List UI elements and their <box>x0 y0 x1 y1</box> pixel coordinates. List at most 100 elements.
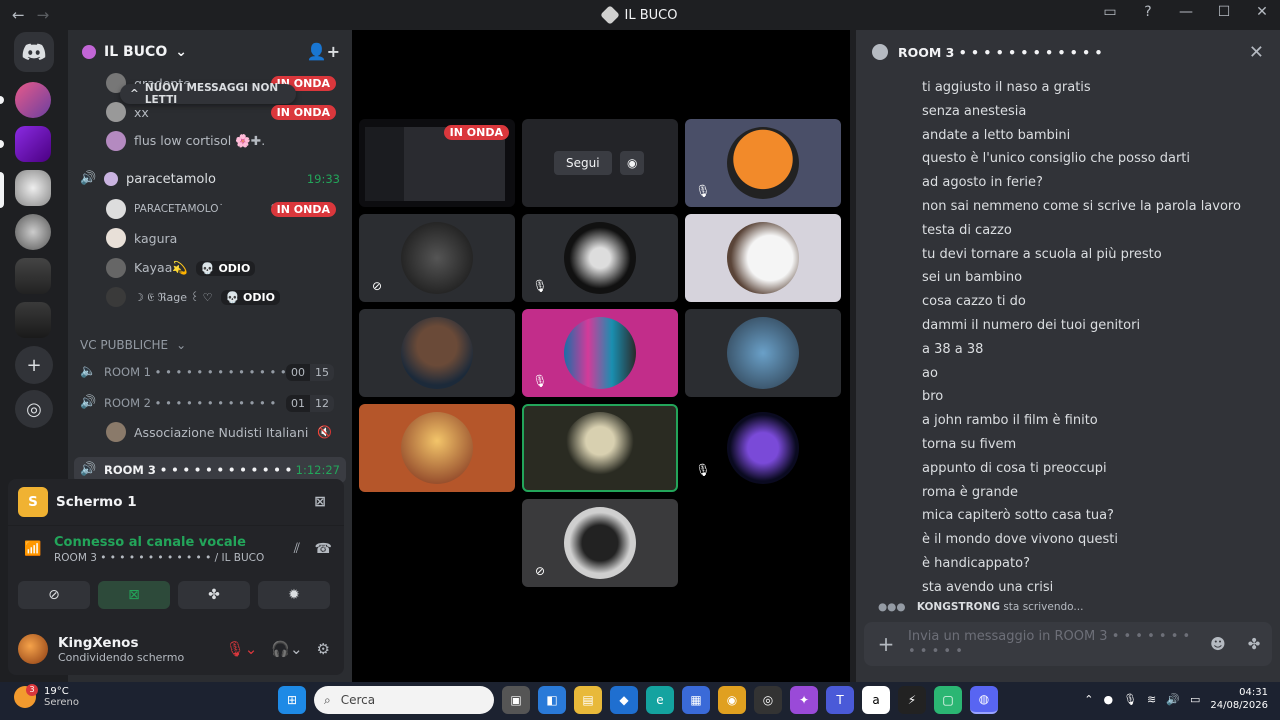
server-logo-icon <box>599 5 620 25</box>
avatar <box>727 222 799 294</box>
stop-share-icon[interactable]: ⊠ <box>314 494 326 510</box>
participant-tile[interactable]: 🎙 <box>685 119 841 207</box>
server-icon-1[interactable] <box>15 82 51 118</box>
tray-app-icon[interactable]: ● <box>1103 693 1113 706</box>
noise-suppression-icon[interactable]: ⫽ <box>294 541 300 557</box>
divider <box>8 525 344 526</box>
teams-icon[interactable]: T <box>826 686 854 714</box>
task-view-icon[interactable]: ▣ <box>502 686 530 714</box>
server-header[interactable]: IL BUCO ⌄ 👤+ <box>68 30 352 74</box>
participant-tile[interactable]: ⊘ <box>522 499 678 587</box>
window-title: IL BUCO <box>624 7 678 23</box>
weather-widget[interactable]: 3 19°C Sereno <box>14 684 79 708</box>
disconnect-icon[interactable]: ☎ <box>315 541 332 557</box>
voice-member[interactable]: Associazione Nudisti Italiani 🔇 <box>106 421 342 443</box>
avatar <box>106 228 126 248</box>
back-arrow-icon[interactable]: ← <box>12 6 25 24</box>
voice-member[interactable]: xx IN ONDA <box>106 101 342 123</box>
signal-icon[interactable]: 📶 <box>24 541 41 557</box>
voice-member[interactable]: ☽ 𝔈 ℜage ꒰ ♡ 💀 ODIO <box>106 286 342 308</box>
camera-off-button[interactable]: ⊘ <box>18 581 90 609</box>
participant-tile[interactable]: ⊘ <box>359 214 515 302</box>
voice-channel-room-1[interactable]: 🔈 ROOM 1 • • • • • • • • • • • • • • • 0… <box>80 359 344 385</box>
emoji-icon[interactable]: ☻ <box>1200 635 1236 653</box>
voice-channel-paracetamolo[interactable]: 🔊 paracetamolo 19:33 <box>80 166 344 192</box>
chrome-icon[interactable]: ◉ <box>718 686 746 714</box>
voice-member[interactable]: Kayaa💫 💀 ODIO <box>106 257 342 279</box>
copilot-icon[interactable]: ✦ <box>790 686 818 714</box>
taskbar-search[interactable]: ⌕ Cerca <box>314 686 494 714</box>
participant-tile[interactable] <box>685 214 841 302</box>
headphones-icon[interactable]: 🎧⌄ <box>271 640 302 658</box>
settings-gear-icon[interactable]: ⚙ <box>317 640 330 658</box>
message-input[interactable]: Invia un messaggio in ROOM 3 • • • • • •… <box>908 629 1200 659</box>
close-window-icon[interactable]: ✕ <box>1252 4 1272 20</box>
live-badge: IN ONDA <box>270 104 336 120</box>
store-icon[interactable]: ▦ <box>682 686 710 714</box>
edge-icon[interactable]: e <box>646 686 674 714</box>
username[interactable]: KingXenos <box>58 635 184 651</box>
voice-channel-room-2[interactable]: 🔊 ROOM 2 • • • • • • • • • • • • 01 12 <box>80 390 344 416</box>
watch-stream-icon[interactable]: ◉ <box>620 151 645 175</box>
voice-member[interactable]: flus low cortisol 🌸✚. <box>106 130 342 152</box>
category-vc-pubbliche[interactable]: VC PUBBLICHE ⌄ <box>80 332 344 358</box>
server-icon-2[interactable] <box>15 126 51 162</box>
stream-tile[interactable]: IN ONDA <box>359 119 515 207</box>
discord-home-button[interactable] <box>14 32 54 72</box>
widgets-icon[interactable]: ◧ <box>538 686 566 714</box>
voice-status-text[interactable]: Connesso al canale vocale <box>54 535 334 550</box>
chat-message: senza anestesia <box>922 103 1027 119</box>
participant-tile[interactable]: 🎙 <box>522 309 678 397</box>
dropbox-icon[interactable]: ◆ <box>610 686 638 714</box>
participant-tile-speaking[interactable] <box>522 404 678 492</box>
chat-message: roma è grande <box>922 484 1018 500</box>
participant-tile[interactable]: 🎙 <box>522 214 678 302</box>
forward-arrow-icon[interactable]: → <box>37 6 50 24</box>
participant-tile[interactable]: 🎙 <box>685 404 841 492</box>
discord-taskbar-icon[interactable]: ◍ <box>970 686 998 714</box>
apps-icon[interactable]: ✤ <box>1236 635 1272 653</box>
minimize-icon[interactable]: — <box>1176 4 1196 20</box>
voice-channel-path[interactable]: ROOM 3 • • • • • • • • • • • • / IL BUCO <box>54 552 334 564</box>
clock[interactable]: 04:31 24/08/2026 <box>1210 686 1268 712</box>
add-server-icon[interactable]: + <box>15 346 53 384</box>
inbox-icon[interactable]: ▭ <box>1100 4 1120 20</box>
wifi-icon[interactable]: ≋ <box>1147 693 1156 706</box>
bolt-app-icon[interactable]: ⚡ <box>898 686 926 714</box>
chat-message: mica capiterò sotto casa tua? <box>922 508 1114 524</box>
server-icon-5[interactable] <box>15 258 51 294</box>
participant-tile[interactable] <box>685 309 841 397</box>
voice-member[interactable]: PARACETAMOLO˙ 🎙 IN ONDA <box>106 198 342 220</box>
file-explorer-icon[interactable]: ▤ <box>574 686 602 714</box>
server-icon-6[interactable] <box>15 302 51 338</box>
mic-muted-icon[interactable]: 🎙⌄ <box>226 640 258 658</box>
add-attachment-icon[interactable]: + <box>864 632 908 656</box>
mic-muted-icon: 🎙 <box>532 279 548 293</box>
unread-pill <box>0 140 4 148</box>
explore-icon[interactable]: ◎ <box>15 390 53 428</box>
screen-share-card[interactable]: S Schermo 1 ⊠ <box>8 479 344 525</box>
volume-icon[interactable]: 🔊 <box>1166 693 1180 706</box>
help-icon[interactable]: ? <box>1138 4 1158 20</box>
maximize-icon[interactable]: ☐ <box>1214 4 1234 20</box>
active-server-pill <box>0 172 4 208</box>
invite-people-icon[interactable]: 👤+ <box>307 42 340 61</box>
server-icon-4[interactable] <box>15 214 51 250</box>
participant-tile[interactable] <box>359 309 515 397</box>
follow-button[interactable]: Segui <box>554 151 612 175</box>
steam-icon[interactable]: ◎ <box>754 686 782 714</box>
amazon-icon[interactable]: a <box>862 686 890 714</box>
soundboard-button[interactable]: ✹ <box>258 581 330 609</box>
microphone-icon[interactable]: 🎙 <box>1123 693 1137 706</box>
close-icon[interactable]: ✕ <box>1249 42 1264 63</box>
avatar[interactable] <box>18 634 48 664</box>
voice-member[interactable]: kagura <box>106 227 342 249</box>
activities-button[interactable]: ✤ <box>178 581 250 609</box>
chevron-up-icon[interactable]: ⌃ <box>1084 693 1093 706</box>
battery-icon[interactable]: ▭ <box>1190 693 1200 706</box>
server-icon-il-buco[interactable] <box>15 170 51 206</box>
participant-tile[interactable] <box>359 404 515 492</box>
android-app-icon[interactable]: ▢ <box>934 686 962 714</box>
screen-share-button[interactable]: ⊠ <box>98 581 170 609</box>
windows-start-icon[interactable]: ⊞ <box>278 686 306 714</box>
